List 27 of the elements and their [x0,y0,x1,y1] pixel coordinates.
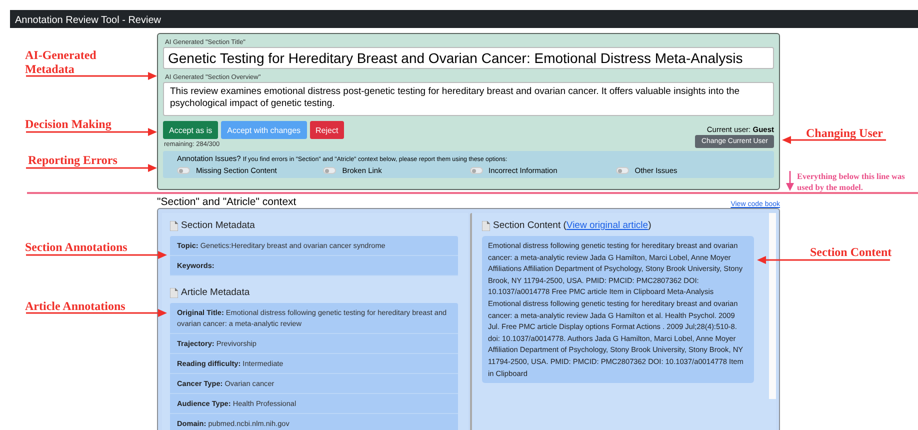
annotation-label: Reporting Errors [28,153,118,167]
accept-button[interactable]: Accept as is [163,121,218,139]
original-article-link[interactable]: View original article [566,220,648,231]
arrow [786,171,794,191]
annotation-label: Section Annotations [25,240,128,254]
annotation-label: Section Content [810,245,892,259]
toggle-switch[interactable] [177,167,190,174]
reject-button[interactable]: Reject [310,121,344,139]
window-title: Annotation Review Tool - Review [14,15,162,26]
document-icon [170,221,178,231]
annotation-note: Everything below this line was used by the model. [797,171,906,193]
document-icon [482,221,490,231]
section-title: Article Metadata [181,287,250,299]
section-title: Section Metadata [181,220,255,232]
annotation-label: Article Annotations [25,299,126,313]
annotation-label: Changing User [806,126,884,140]
toggle-switch[interactable] [323,167,336,174]
toggle-switch[interactable] [470,167,482,174]
annotation-label: AI-Generated Metadata [25,48,98,76]
annotation-label: Decision Making [25,117,112,131]
section-title: Section Content (View original article) [493,220,652,232]
title-field[interactable]: Genetic Testing for Hereditary Breast and Ovarian Cancer: Emotional Distress Meta-Analysis [163,47,774,69]
overview-field[interactable]: This review examines emotional distress post-genetic testing for hereditary breast and ovarian cancer. It offers valuable insights into the psychological impact of genetic testing. [163,82,774,116]
document-icon [170,288,178,298]
toggle-switch[interactable] [616,167,629,174]
context-heading: "Section" and "Atricle" context [157,196,296,208]
scrollbar[interactable] [769,213,776,399]
